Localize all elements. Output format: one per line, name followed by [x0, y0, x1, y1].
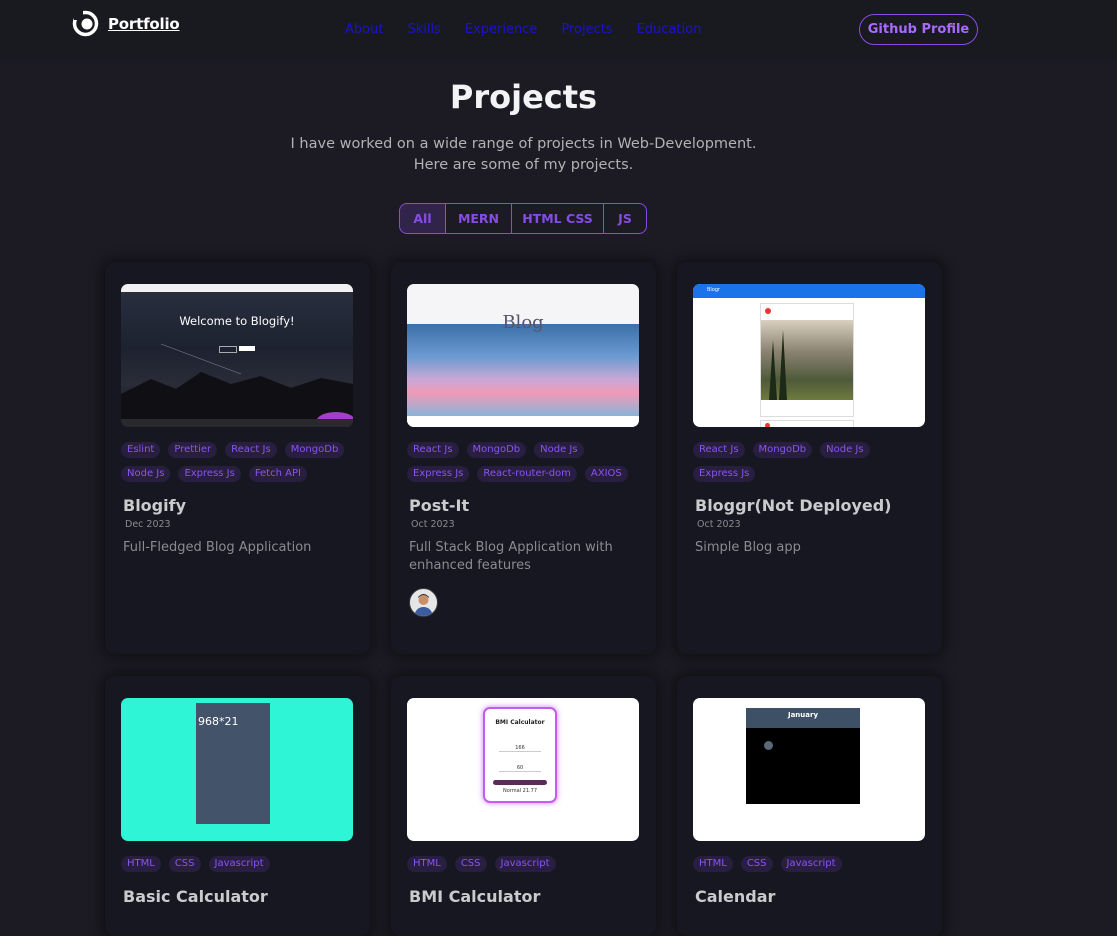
logo-icon: [72, 10, 99, 37]
tag: HTML: [121, 856, 161, 872]
contributor-avatar[interactable]: [409, 588, 438, 617]
tag: Fetch API: [248, 466, 307, 482]
filter-all[interactable]: All: [400, 204, 445, 233]
tag: HTML: [407, 856, 447, 872]
tag-list: Eslint Prettier React Js MongoDb Node Js…: [121, 442, 356, 482]
tag: Express Js: [407, 466, 470, 482]
filter-html-css[interactable]: HTML CSS: [511, 204, 603, 233]
thumb-heading: January: [787, 711, 819, 719]
tag: MongoDb: [284, 442, 345, 458]
project-image: Welcome to Blogify!: [121, 284, 353, 427]
project-date: Oct 2023: [411, 519, 455, 530]
tag: Javascript: [208, 856, 270, 872]
project-title: Calendar: [695, 887, 776, 906]
tag: Javascript: [494, 856, 556, 872]
project-image: January: [693, 698, 925, 841]
page-subtitle: I have worked on a wide range of project…: [0, 134, 1047, 176]
thumb-heading: Blogr: [707, 287, 721, 293]
logo-text: Portfolio: [108, 14, 180, 33]
project-title: Basic Calculator: [123, 887, 268, 906]
filter-js[interactable]: JS: [603, 204, 646, 233]
tag-list: HTML CSS Javascript: [407, 856, 642, 872]
tag: Node Js: [534, 442, 584, 458]
project-description: Full Stack Blog Application with enhance…: [409, 540, 613, 573]
nav-link-about[interactable]: About: [345, 22, 383, 37]
project-date: Dec 2023: [125, 519, 171, 530]
tag: AXIOS: [584, 466, 628, 482]
tag: React-router-dom: [477, 466, 577, 482]
project-title: Post-It: [409, 496, 470, 515]
project-description: Simple Blog app: [695, 540, 801, 555]
page-title: Projects: [449, 78, 598, 116]
tag: Node Js: [121, 466, 171, 482]
project-card-blogify[interactable]: Welcome to Blogify! Eslint Prettier Reac…: [105, 262, 370, 654]
tag-list: HTML CSS Javascript: [121, 856, 356, 872]
tag: React Js: [407, 442, 459, 458]
project-image: 968*21: [121, 698, 353, 841]
top-navbar: Portfolio About Skills Experience Projec…: [0, 0, 1117, 61]
project-card-bmi-calculator[interactable]: BMI Calculator 166 60 Normal 21.77 HTML …: [391, 676, 656, 936]
tag: MongoDb: [466, 442, 527, 458]
tag-list: React Js MongoDb Node Js Express Js: [693, 442, 928, 482]
nav-link-projects[interactable]: Projects: [561, 22, 612, 37]
project-card-post-it[interactable]: Blog React Js MongoDb Node Js Express Js…: [391, 262, 656, 654]
logo-link[interactable]: Portfolio: [72, 10, 180, 37]
tag: Node Js: [820, 442, 870, 458]
project-image: Blogr: [693, 284, 925, 427]
github-profile-button[interactable]: Github Profile: [859, 14, 978, 45]
nav-link-experience[interactable]: Experience: [465, 22, 538, 37]
tag: HTML: [693, 856, 733, 872]
tag: React Js: [225, 442, 277, 458]
thumb-heading: 968*21: [198, 715, 239, 728]
project-description: Full-Fledged Blog Application: [123, 540, 312, 555]
tag: React Js: [693, 442, 745, 458]
project-filter-toggle: All MERN HTML CSS JS: [399, 203, 647, 234]
subtitle-line-1: I have worked on a wide range of project…: [290, 136, 757, 152]
project-title: Bloggr(Not Deployed): [695, 496, 892, 515]
project-card-basic-calculator[interactable]: 968*21 HTML CSS Javascript Basic Calcula…: [105, 676, 370, 936]
nav-links: About Skills Experience Projects Educati…: [345, 22, 701, 37]
thumb-weight-value: 60: [499, 765, 541, 772]
tag: MongoDb: [752, 442, 813, 458]
nav-link-skills[interactable]: Skills: [407, 22, 440, 37]
subtitle-line-2: Here are some of my projects.: [413, 157, 634, 173]
tag: Javascript: [780, 856, 842, 872]
thumb-heading: Welcome to Blogify!: [179, 314, 295, 328]
tag: Express Js: [178, 466, 241, 482]
tag: Eslint: [121, 442, 161, 458]
thumb-result: Normal 21.77: [503, 788, 537, 794]
thumb-heading: Blog: [502, 312, 544, 333]
nav-link-education[interactable]: Education: [637, 22, 702, 37]
tag: Prettier: [168, 442, 218, 458]
project-card-bloggr[interactable]: Blogr React Js MongoDb Node Js Express J…: [677, 262, 942, 654]
tag: CSS: [168, 856, 201, 872]
filter-mern[interactable]: MERN: [445, 204, 511, 233]
project-title: Blogify: [123, 496, 186, 515]
tag-list: HTML CSS Javascript: [693, 856, 928, 872]
tag: Express Js: [693, 466, 756, 482]
project-date: Oct 2023: [697, 519, 741, 530]
project-image: BMI Calculator 166 60 Normal 21.77: [407, 698, 639, 841]
tag: CSS: [740, 856, 773, 872]
project-title: BMI Calculator: [409, 887, 541, 906]
thumb-heading: BMI Calculator: [495, 719, 545, 726]
project-image: Blog: [407, 284, 639, 427]
project-card-calendar[interactable]: January HTML CSS Javascript Calendar: [677, 676, 942, 936]
thumb-height-value: 166: [499, 745, 541, 752]
tag-list: React Js MongoDb Node Js Express Js Reac…: [407, 442, 642, 482]
tag: CSS: [454, 856, 487, 872]
